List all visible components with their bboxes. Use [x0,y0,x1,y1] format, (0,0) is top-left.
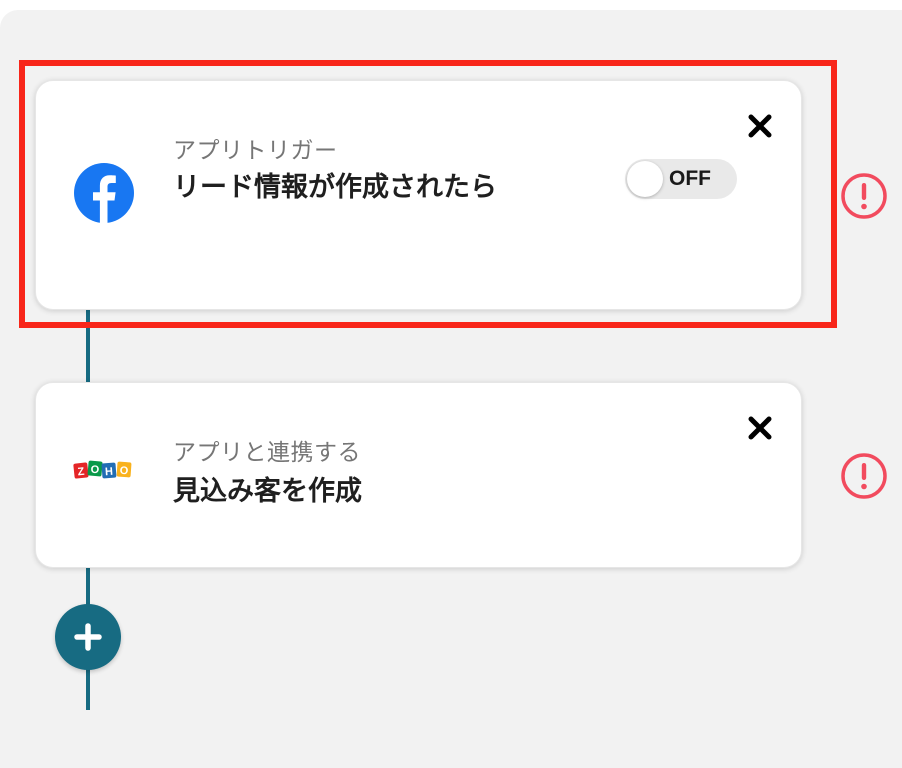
step-type-label: アプリと連携する [173,440,361,466]
svg-text:O: O [119,465,129,478]
toggle-state-label: OFF [669,167,711,190]
flow-connector [86,300,90,390]
step-title: 見込み客を作成 [173,476,362,507]
action-step-card[interactable]: Z O H O アプリと連携する 見込み客を作成 [35,382,802,568]
close-icon[interactable] [747,415,773,441]
warning-circle-icon[interactable] [840,452,888,500]
zoho-icon: Z O H O [73,460,132,479]
step-type-label: アプリトリガー [173,138,338,164]
step-title: リード情報が作成されたら [173,172,497,203]
add-step-button[interactable] [55,604,121,670]
trigger-toggle[interactable]: OFF [625,159,737,199]
svg-text:O: O [90,464,100,477]
trigger-step-card[interactable]: アプリトリガー リード情報が作成されたら OFF [35,80,802,310]
toggle-knob [627,161,663,197]
warning-circle-icon[interactable] [840,172,888,220]
plus-icon [74,623,102,651]
facebook-icon [74,163,134,223]
svg-text:H: H [105,466,114,479]
close-icon[interactable] [747,113,773,139]
